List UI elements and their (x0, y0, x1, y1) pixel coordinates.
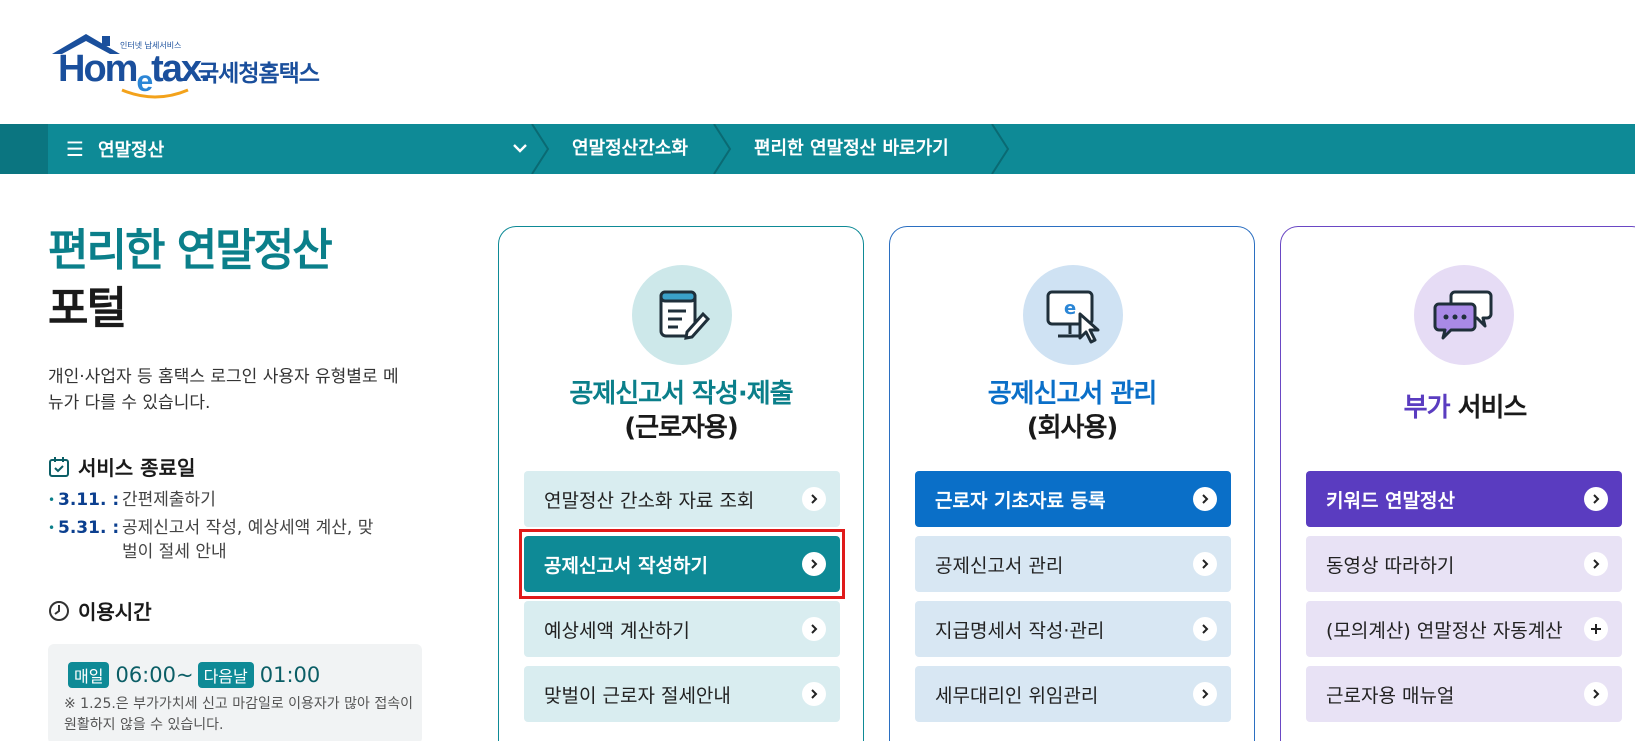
button-label: 근로자용 매뉴얼 (1326, 684, 1455, 707)
breadcrumb-separator-icon (531, 124, 550, 174)
chevron-right-icon (1584, 487, 1608, 511)
nav-menu-dropdown[interactable]: ☰ 연말정산 (48, 124, 544, 174)
chevron-right-icon (1584, 552, 1608, 576)
badge-next-day: 다음날 (197, 662, 254, 688)
chevron-right-icon (802, 682, 826, 706)
document-pen-icon (659, 290, 711, 340)
button-label: 근로자 기초자료 등록 (935, 489, 1106, 512)
nav-link-simplified[interactable]: 연말정산간소화 (572, 124, 688, 174)
card-title-a: 부가 (1403, 393, 1451, 423)
service-end-title: 서비스 종료일 (78, 456, 196, 480)
nav-bar-edge (0, 124, 48, 174)
dual-income-guide-button[interactable]: 맞벌이 근로자 절세안내 (524, 666, 840, 722)
breadcrumb-separator-icon (713, 124, 732, 174)
clock-icon (49, 600, 69, 621)
button-label: 공제신고서 관리 (935, 554, 1064, 577)
chevron-right-icon (1584, 682, 1608, 706)
page-title-line2: 포털 (48, 283, 127, 334)
end-date: 3.11. : (58, 490, 120, 510)
button-label: 키워드 연말정산 (1326, 489, 1455, 512)
card-title: 부가 서비스 (1281, 391, 1635, 425)
button-label: 세무대리인 위임관리 (935, 684, 1099, 707)
card-title-line1: 공제신고서 작성·제출 (569, 379, 793, 409)
card-title-line2: (회사용) (1026, 413, 1119, 443)
card-title: 공제신고서 관리 (회사용) (890, 377, 1254, 445)
card-title: 공제신고서 작성·제출 (근로자용) (499, 377, 863, 445)
hometax-logo[interactable]: 인터넷 납세서비스 Hometax. 국세청홈택스 (50, 30, 320, 100)
tax-agent-delegation-button[interactable]: 세무대리인 위임관리 (915, 666, 1231, 722)
badge-daily: 매일 (68, 662, 110, 688)
auto-calculation-button[interactable]: (모의계산) 연말정산 자동계산 (1306, 601, 1622, 657)
employee-manual-button[interactable]: 근로자용 매뉴얼 (1306, 666, 1622, 722)
hours-start: 06:00~ (115, 663, 194, 687)
hours-heading: 이용시간 (48, 596, 152, 625)
button-label: (모의계산) 연말정산 자동계산 (1326, 619, 1563, 642)
logo-swoosh (121, 88, 189, 99)
hours-line: 매일 06:00~ 다음날 01:00 (68, 662, 320, 688)
chevron-right-icon (802, 487, 826, 511)
card-additional-services: 부가 서비스 키워드 연말정산 동영상 따라하기 (모의계산) 연말정산 자동계… (1280, 226, 1635, 741)
hours-title: 이용시간 (78, 600, 152, 624)
card-icon-circle (632, 265, 732, 365)
card-title-line2: (근로자용) (624, 413, 738, 443)
nav-link-convenient[interactable]: 편리한 연말정산 바로가기 (754, 124, 949, 174)
breadcrumb-separator-icon (991, 124, 1010, 174)
register-employee-data-button[interactable]: 근로자 기초자료 등록 (915, 471, 1231, 527)
card-employee: 공제신고서 작성·제출 (근로자용) 연말정산 간소화 자료 조회 공제신고서 … (498, 226, 864, 741)
button-label: 동영상 따라하기 (1326, 554, 1455, 577)
plus-icon (1584, 617, 1608, 641)
chevron-right-icon (1193, 617, 1217, 641)
hours-box: 매일 06:00~ 다음날 01:00 ※ 1.25.은 부가가치세 신고 마감… (48, 644, 422, 741)
page-title: 편리한 연말정산 포털 (48, 222, 333, 338)
end-date: 5.31. : (58, 518, 120, 538)
logo-korean-text: 국세청홈택스 (198, 61, 320, 87)
logo-wordmark: Hometax. (58, 48, 211, 98)
nav-menu-label: 연말정산 (97, 140, 165, 161)
manage-deduction-form-button[interactable]: 공제신고서 관리 (915, 536, 1231, 592)
bullet: • (48, 521, 56, 535)
button-label: 연말정산 간소화 자료 조회 (544, 489, 755, 512)
card-title-b: 서비스 (1449, 393, 1528, 423)
list-item: • 5.31. : 공제신고서 작성, 예상세액 계산, 맞벌이 절세 안내 (48, 516, 382, 564)
end-text: 간편제출하기 (122, 490, 216, 510)
hamburger-icon: ☰ (66, 137, 84, 161)
monitor-cursor-icon: e (1046, 290, 1100, 344)
page-title-line1: 편리한 연말정산 (48, 225, 333, 276)
service-end-list: • 3.11. : 간편제출하기 • 5.31. : 공제신고서 작성, 예상세… (48, 488, 382, 568)
button-label: 예상세액 계산하기 (544, 619, 690, 642)
card-icon-circle: e (1023, 265, 1123, 365)
svg-text:e: e (1064, 298, 1076, 319)
list-item: • 3.11. : 간편제출하기 (48, 488, 382, 512)
bullet: • (48, 493, 56, 507)
chevron-right-icon (1193, 552, 1217, 576)
logo-word-a: Hom (58, 48, 138, 90)
chevron-right-icon (1193, 487, 1217, 511)
query-simplified-data-button[interactable]: 연말정산 간소화 자료 조회 (524, 471, 840, 527)
chevron-right-icon (802, 552, 826, 576)
chat-bubbles-icon (1433, 290, 1493, 340)
chevron-right-icon (1193, 682, 1217, 706)
estimate-tax-button[interactable]: 예상세액 계산하기 (524, 601, 840, 657)
chevron-down-icon (513, 144, 527, 153)
nav-bar: ☰ 연말정산 연말정산간소화 편리한 연말정산 바로가기 (0, 124, 1635, 174)
chevron-right-icon (802, 617, 826, 641)
calendar-check-icon (49, 456, 69, 477)
end-text: 공제신고서 작성, 예상세액 계산, 맞벌이 절세 안내 (122, 518, 374, 562)
hours-note: ※ 1.25.은 부가가치세 신고 마감일로 이용자가 많아 접속이 원활하지 … (64, 696, 413, 733)
button-label: 지급명세서 작성·관리 (935, 619, 1105, 642)
keyword-yearend-button[interactable]: 키워드 연말정산 (1306, 471, 1622, 527)
write-deduction-form-button[interactable]: 공제신고서 작성하기 (524, 536, 840, 592)
payment-statement-button[interactable]: 지급명세서 작성·관리 (915, 601, 1231, 657)
hours-end: 01:00 (259, 663, 321, 687)
card-icon-circle (1414, 265, 1514, 365)
card-title-line1: 공제신고서 관리 (987, 379, 1158, 409)
button-label: 맞벌이 근로자 절세안내 (544, 684, 731, 707)
card-company: e 공제신고서 관리 (회사용) 근로자 기초자료 등록 공제신고서 관리 지급… (889, 226, 1255, 741)
video-tutorial-button[interactable]: 동영상 따라하기 (1306, 536, 1622, 592)
button-label: 공제신고서 작성하기 (544, 554, 708, 577)
header: 인터넷 납세서비스 Hometax. 국세청홈택스 (0, 0, 1635, 124)
page-description: 개인·사업자 등 홈택스 로그인 사용자 유형별로 메뉴가 다를 수 있습니다. (48, 367, 399, 413)
service-end-heading: 서비스 종료일 (48, 452, 195, 481)
